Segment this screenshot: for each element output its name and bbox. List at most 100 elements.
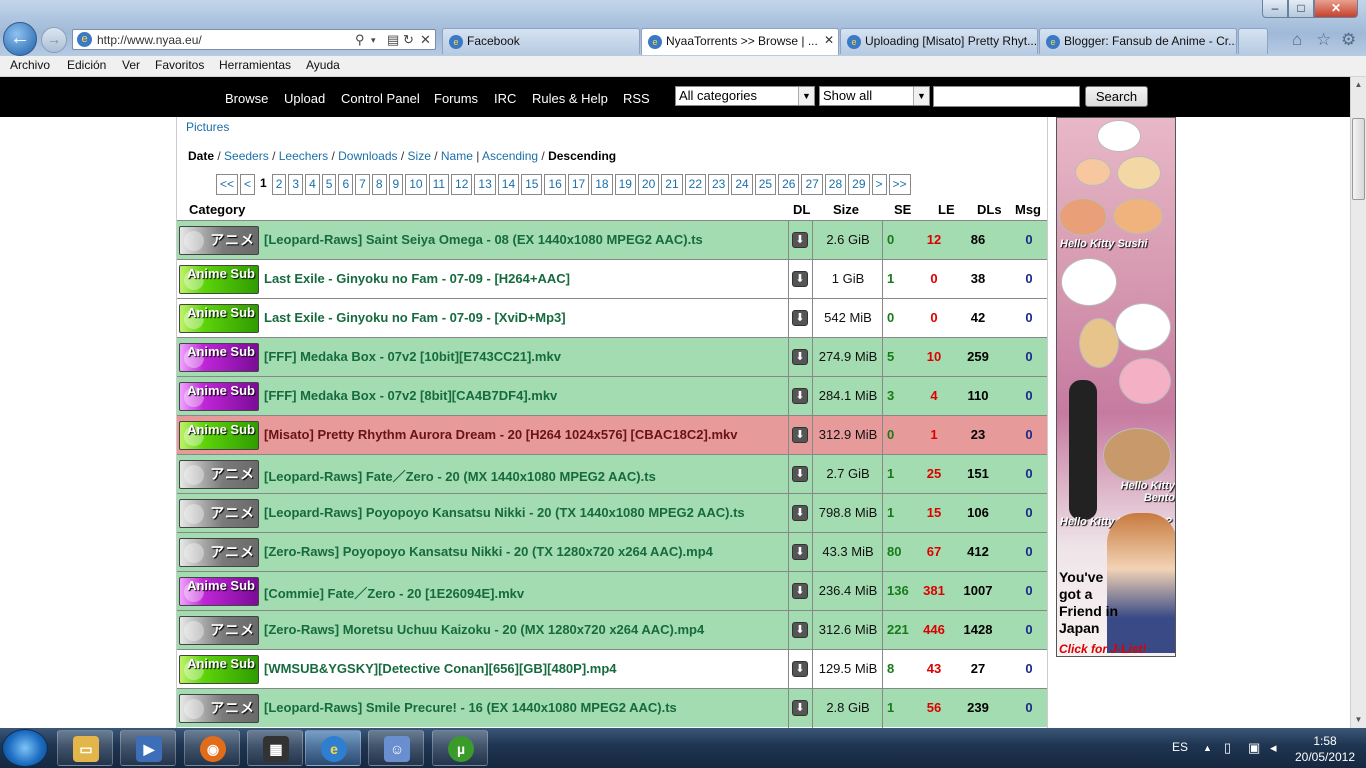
sort-leechers[interactable]: Leechers [279, 149, 328, 163]
page-link[interactable]: << [216, 174, 239, 195]
torrent-name-link[interactable]: [WMSUB&YGSKY][Detective Conan][656][GB][… [264, 661, 617, 676]
download-icon[interactable]: ⬇ [792, 349, 808, 365]
page-link[interactable]: 27 [801, 174, 823, 195]
menu-edicion[interactable]: Edición [67, 58, 106, 72]
taskbar-media[interactable]: ▶ [120, 730, 176, 766]
nav-rss[interactable]: RSS [623, 91, 650, 106]
download-icon[interactable]: ⬇ [792, 661, 808, 677]
download-icon[interactable]: ⬇ [792, 232, 808, 248]
nav-rules-help[interactable]: Rules & Help [532, 91, 608, 106]
taskbar-firefox[interactable]: ◉ [184, 730, 240, 766]
torrent-name-link[interactable]: Last Exile - Ginyoku no Fam - 07-09 - [X… [264, 310, 566, 325]
category-badge[interactable]: Anime Sub [179, 382, 259, 411]
filter-select[interactable]: Show all ▼ [819, 86, 930, 106]
download-icon[interactable]: ⬇ [792, 505, 808, 521]
scroll-thumb[interactable] [1352, 118, 1365, 200]
page-link[interactable]: 20 [637, 174, 660, 195]
menu-herramientas[interactable]: Herramientas [219, 58, 291, 72]
comments-count[interactable]: 0 [1003, 622, 1055, 637]
page-link[interactable]: 28 [824, 174, 847, 195]
comments-count[interactable]: 0 [1003, 271, 1055, 286]
page-link[interactable]: 14 [497, 174, 520, 195]
page-link[interactable]: 15 [521, 174, 543, 195]
taskbar-utorrent[interactable]: µ [432, 730, 488, 766]
page-link[interactable]: 24 [731, 174, 753, 195]
comments-count[interactable]: 0 [1003, 700, 1055, 715]
address-bar[interactable]: e http://www.nyaa.eu/ ⚲ ▾ ▤ ↻ ✕ [72, 29, 436, 50]
download-icon[interactable]: ⬇ [792, 388, 808, 404]
back-button[interactable]: ← [3, 22, 37, 56]
category-badge[interactable]: Anime Sub [179, 304, 259, 333]
network-icon[interactable]: ▣ [1248, 740, 1260, 756]
taskbar-explorer[interactable]: ▭ [57, 730, 113, 766]
page-link[interactable]: 16 [544, 174, 566, 195]
scroll-up-icon[interactable]: ▲ [1351, 77, 1366, 93]
nav-forums[interactable]: Forums [434, 91, 478, 106]
page-link[interactable]: 22 [684, 174, 706, 195]
page-link[interactable]: < [240, 174, 256, 195]
ad-cta-link[interactable]: Click for J-List! [1059, 642, 1146, 656]
sort-downloads[interactable]: Downloads [338, 149, 397, 163]
close-tab-icon[interactable]: ✕ [824, 33, 834, 47]
download-icon[interactable]: ⬇ [792, 544, 808, 560]
new-tab-button[interactable] [1238, 28, 1268, 54]
category-badge[interactable]: アニメ [179, 499, 259, 528]
col-size[interactable]: Size [833, 202, 859, 217]
download-icon[interactable]: ⬇ [792, 310, 808, 326]
gear-icon[interactable]: ⚙ [1341, 30, 1356, 50]
nav-irc[interactable]: IRC [494, 91, 516, 106]
page-link[interactable]: 10 [405, 174, 427, 195]
category-badge[interactable]: アニメ [179, 616, 259, 645]
page-link[interactable]: 13 [474, 174, 496, 195]
category-badge[interactable]: Anime Sub [179, 343, 259, 372]
stop-icon[interactable]: ✕ [420, 32, 431, 48]
page-link[interactable]: 17 [567, 174, 590, 195]
comments-count[interactable]: 0 [1003, 661, 1055, 676]
page-link[interactable]: 23 [708, 174, 730, 195]
taskbar-ie[interactable]: e [305, 730, 361, 766]
category-badge[interactable]: Anime Sub [179, 265, 259, 294]
page-link[interactable]: 29 [848, 174, 870, 195]
comments-count[interactable]: 0 [1003, 544, 1055, 559]
tab-blogger[interactable]: e Blogger: Fansub de Anime - Cr... [1039, 28, 1237, 54]
tab-nyaatorrents[interactable]: e NyaaTorrents >> Browse | ... ✕ [641, 28, 839, 55]
torrent-name-link[interactable]: [Leopard-Raws] Fate／Zero - 20 (MX 1440x1… [264, 466, 656, 485]
comments-count[interactable]: 0 [1003, 310, 1055, 325]
address-url[interactable]: http://www.nyaa.eu/ [97, 33, 202, 47]
search-button[interactable]: Search [1085, 86, 1148, 107]
page-link[interactable]: 3 [288, 174, 304, 195]
page-link[interactable]: 7 [355, 174, 370, 195]
dropdown-icon[interactable]: ▾ [371, 35, 376, 46]
download-icon[interactable]: ⬇ [792, 583, 808, 599]
category-select[interactable]: All categories ▼ [675, 86, 815, 106]
page-link[interactable]: 9 [388, 174, 404, 195]
vertical-scrollbar[interactable]: ▲ ▼ [1350, 77, 1366, 728]
menu-ver[interactable]: Ver [122, 58, 140, 72]
page-link[interactable]: 5 [321, 174, 337, 195]
home-icon[interactable]: ⌂ [1292, 30, 1302, 50]
torrent-name-link[interactable]: [Commie] Fate／Zero - 20 [1E26094E].mkv [264, 583, 524, 602]
page-link[interactable]: 19 [614, 174, 636, 195]
menu-favoritos[interactable]: Favoritos [155, 58, 204, 72]
col-le[interactable]: LE [938, 202, 955, 217]
page-link[interactable]: 25 [754, 174, 777, 195]
taskbar-messenger[interactable]: ☺ [368, 730, 424, 766]
page-link[interactable]: 2 [271, 174, 287, 195]
clock[interactable]: 1:58 20/05/2012 [1290, 733, 1360, 765]
torrent-name-link[interactable]: [Leopard-Raws] Smile Precure! - 16 (EX 1… [264, 700, 677, 715]
comments-count[interactable]: 0 [1003, 232, 1055, 247]
menu-archivo[interactable]: Archivo [10, 58, 50, 72]
torrent-name-link[interactable]: [FFF] Medaka Box - 07v2 [10bit][E743CC21… [264, 349, 561, 364]
language-indicator[interactable]: ES [1172, 740, 1188, 754]
tab-uploading[interactable]: e Uploading [Misato] Pretty Rhyt... [840, 28, 1038, 54]
page-link[interactable]: 6 [338, 174, 354, 195]
sort-ascending[interactable]: Ascending [482, 149, 538, 163]
maximize-button[interactable]: □ [1288, 0, 1314, 18]
page-link[interactable]: 18 [591, 174, 613, 195]
pictures-link[interactable]: Pictures [186, 120, 229, 134]
start-button[interactable] [2, 729, 48, 767]
comments-count[interactable]: 0 [1003, 427, 1055, 442]
col-dls[interactable]: DLs [977, 202, 1002, 217]
comments-count[interactable]: 0 [1003, 349, 1055, 364]
col-se[interactable]: SE [894, 202, 911, 217]
